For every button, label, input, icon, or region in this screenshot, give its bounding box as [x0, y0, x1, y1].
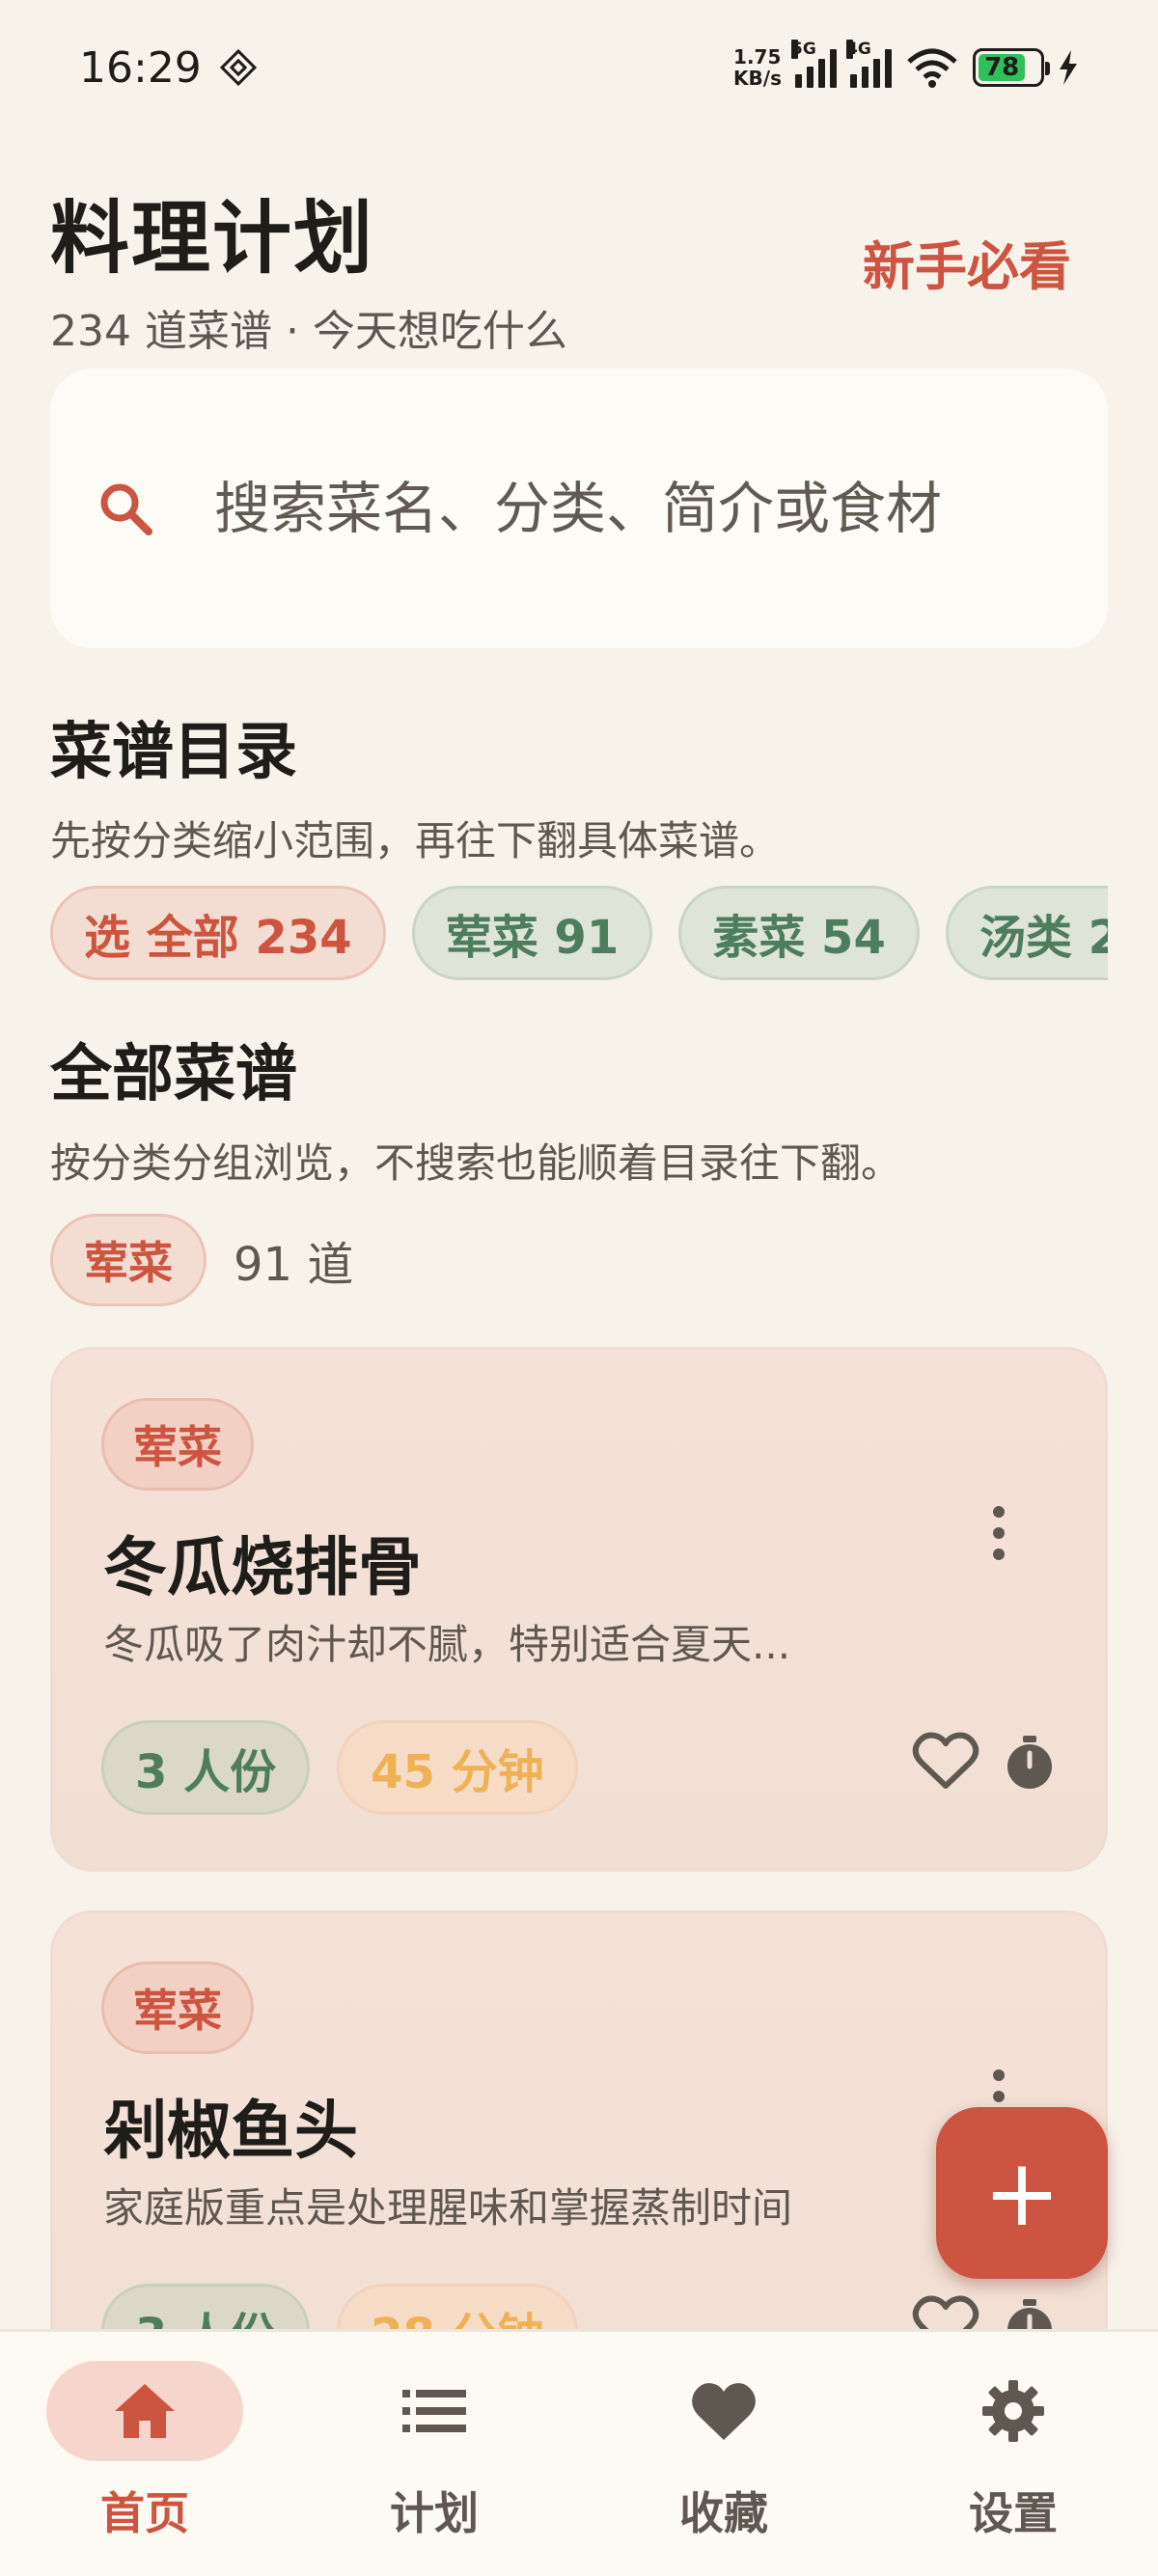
- gear-icon: [982, 2380, 1044, 2442]
- group-header: 荤菜 91 道: [50, 1214, 353, 1306]
- add-recipe-button[interactable]: +: [936, 2107, 1108, 2279]
- timer-icon[interactable]: [1005, 1736, 1055, 1790]
- recipe-card[interactable]: 荤菜 冬瓜烧排骨 冬瓜吸了肉汁却不腻，特别适合夏天... 3 人份 45 分钟: [50, 1347, 1108, 1872]
- status-bar: 16:29 1.75 KB/s 5G 4G 78: [0, 0, 1158, 135]
- chip-all[interactable]: 选 全部 234: [50, 886, 386, 980]
- search-input[interactable]: 搜索菜名、分类、简介或食材: [50, 369, 1108, 648]
- group-count: 91 道: [234, 1238, 354, 1292]
- more-vert-icon[interactable]: [989, 1504, 1008, 1562]
- status-right: 1.75 KB/s 5G 4G 78: [733, 40, 1079, 90]
- signal-5g-icon: 5G: [791, 40, 837, 88]
- heart-icon: [692, 2383, 756, 2440]
- chip-meat[interactable]: 荤菜 91: [411, 886, 653, 980]
- category-chips: 选 全部 234 荤菜 91 素菜 54 汤类 26: [50, 886, 1108, 982]
- catalog-section: 菜谱目录 先按分类缩小范围，再往下翻具体菜谱。: [50, 702, 1112, 867]
- nav-label: 计划: [390, 2487, 479, 2539]
- all-recipes-title: 全部菜谱: [50, 1039, 297, 1110]
- bottom-nav: 首页 计划 收藏 设置: [0, 2329, 1158, 2576]
- nfc-icon: [219, 48, 257, 87]
- recipe-desc: 家庭版重点是处理腥味和掌握蒸制时间: [103, 2184, 793, 2232]
- beginner-guide-link[interactable]: 新手必看: [863, 224, 1071, 300]
- nav-label: 设置: [969, 2487, 1058, 2539]
- net-speed: 1.75 KB/s: [733, 45, 782, 90]
- search-placeholder: 搜索菜名、分类、简介或食材: [214, 476, 943, 541]
- heart-outline-icon[interactable]: [912, 1730, 979, 1792]
- nav-label: 首页: [100, 2487, 189, 2539]
- nav-settings[interactable]: 设置: [888, 2332, 1139, 2542]
- chip-vegetable[interactable]: 素菜 54: [678, 886, 920, 980]
- time-badge: 45 分钟: [337, 1720, 578, 1815]
- battery-level: 78: [979, 53, 1026, 82]
- status-left: 16:29: [79, 43, 258, 93]
- nav-label: 收藏: [679, 2487, 768, 2539]
- wifi-icon: [907, 48, 957, 88]
- recipe-desc: 冬瓜吸了肉汁却不腻，特别适合夏天...: [103, 1621, 791, 1668]
- servings-badge: 3 人份: [101, 1720, 311, 1815]
- status-time: 16:29: [79, 42, 202, 93]
- charging-icon: [1060, 50, 1077, 85]
- chip-soup[interactable]: 汤类 26: [945, 886, 1108, 980]
- nav-home[interactable]: 首页: [19, 2332, 270, 2542]
- recipe-title: 剁椒鱼头: [103, 2094, 358, 2168]
- recipe-category-badge: 荤菜: [101, 1398, 254, 1491]
- search-icon: [100, 483, 152, 535]
- recipe-meta: 3 人份 45 分钟: [101, 1720, 578, 1815]
- recipe-category-badge: 荤菜: [101, 1961, 254, 2054]
- catalog-title: 菜谱目录: [50, 717, 297, 788]
- page-header: 料理计划 234 道菜谱 · 今天想吃什么 新手必看: [50, 174, 1112, 358]
- catalog-desc: 先按分类缩小范围，再往下翻具体菜谱。: [50, 817, 781, 864]
- group-category-badge: 荤菜: [50, 1214, 207, 1306]
- page-subtitle: 234 道菜谱 · 今天想吃什么: [50, 307, 567, 356]
- battery-icon: 78: [973, 48, 1050, 87]
- nav-favorites[interactable]: 收藏: [598, 2332, 849, 2542]
- plus-icon: +: [982, 2139, 1062, 2247]
- signal-4g-icon: 4G: [846, 40, 892, 88]
- nav-plan[interactable]: 计划: [309, 2332, 560, 2542]
- all-recipes-section: 全部菜谱 按分类分组浏览，不搜索也能顺着目录往下翻。: [50, 1025, 1112, 1190]
- list-icon: [402, 2390, 466, 2432]
- home-icon: [115, 2384, 175, 2438]
- recipe-title: 冬瓜烧排骨: [103, 1530, 422, 1604]
- all-recipes-desc: 按分类分组浏览，不搜索也能顺着目录往下翻。: [50, 1139, 902, 1187]
